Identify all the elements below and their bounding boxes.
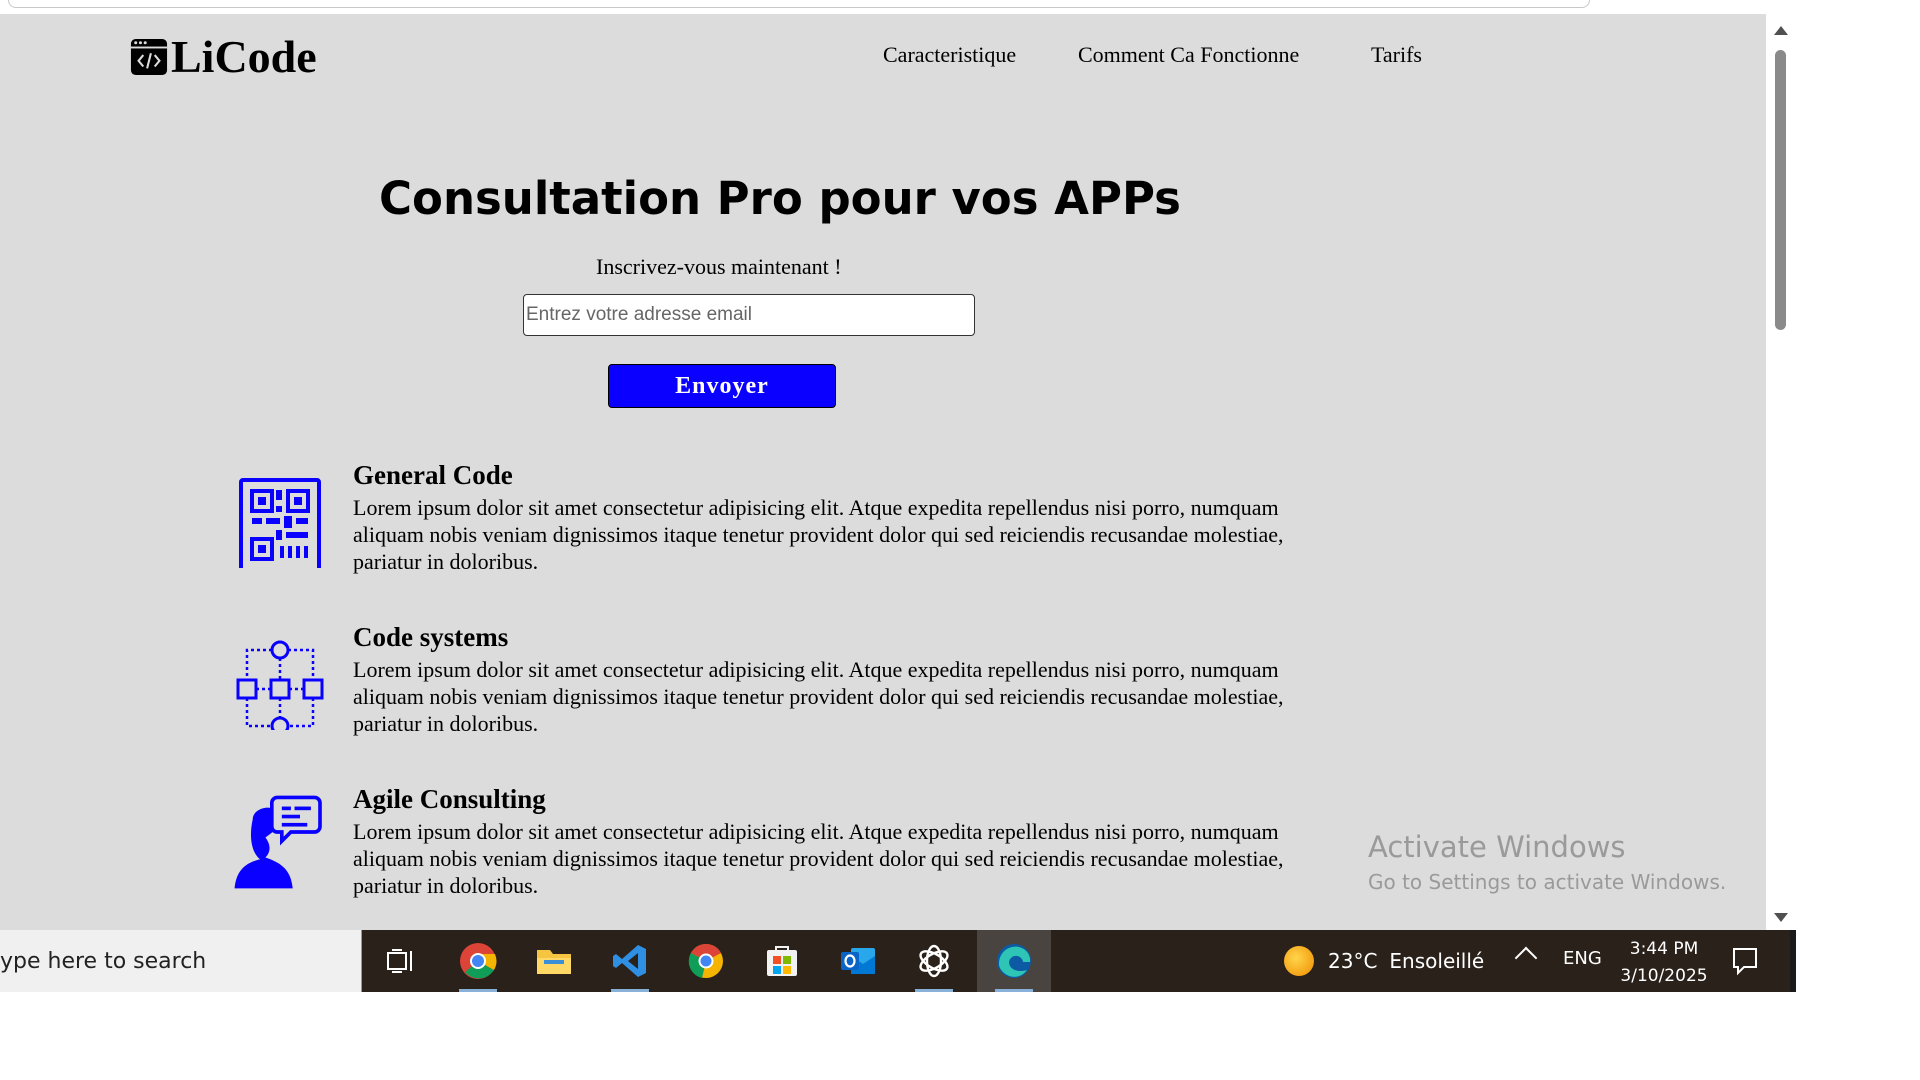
feature-code-systems: Code systems Lorem ipsum dolor sit amet … [230,622,1330,762]
feature-title: General Code [353,460,513,490]
ms-store-icon[interactable] [751,930,813,992]
task-view-icon[interactable] [370,930,432,992]
qr-code-icon [239,478,321,568]
chatgpt-icon[interactable] [903,930,965,992]
web-page: LiCode Caracteristique Comment Ca Foncti… [0,14,1766,930]
nav-link-caracteristique[interactable]: Caracteristique [883,42,1016,68]
watermark-title: Activate Windows [1368,830,1626,864]
weather-temperature: 23°C [1328,949,1378,973]
flowchart-icon [236,640,324,730]
edge-icon[interactable] [977,930,1051,992]
show-desktop-button[interactable] [1790,930,1796,992]
chrome-alt-icon[interactable] [675,930,737,992]
notification-icon[interactable] [1732,946,1758,976]
scroll-thumb[interactable] [1775,50,1786,330]
activate-windows-watermark: Activate Windows Go to Settings to activ… [1368,830,1726,894]
app-running-indicator [459,989,497,992]
taskbar-search-input[interactable] [0,930,361,992]
email-input[interactable] [523,294,975,336]
app-running-indicator [995,989,1033,992]
language-indicator[interactable]: ENG [1563,948,1602,969]
file-explorer-icon[interactable] [523,930,585,992]
address-bar-edge[interactable] [8,0,1590,8]
feature-title: Agile Consulting [353,784,546,814]
feature-description: Lorem ipsum dolor sit amet consectetur a… [353,657,1284,736]
nav-link-comment-ca-fonctionne[interactable]: Comment Ca Fonctionne [1078,42,1299,68]
feature-title: Code systems [353,622,509,652]
send-button[interactable]: Envoyer [608,364,836,408]
hero-subtitle: Inscrivez-vous maintenant ! [596,254,842,279]
feature-description: Lorem ipsum dolor sit amet consectetur a… [353,495,1284,574]
taskbar-search-box[interactable] [0,930,362,992]
feature-agile-consulting: Agile Consulting Lorem ipsum dolor sit a… [230,784,1330,924]
sun-icon [1284,946,1314,976]
chevron-up-icon[interactable] [1514,946,1538,970]
scroll-up-arrow-icon[interactable] [1774,26,1788,35]
nav-link-tarifs[interactable]: Tarifs [1371,42,1422,68]
clock-time: 3:44 PM [1629,939,1699,959]
vscode-icon[interactable] [599,930,661,992]
scroll-down-arrow-icon[interactable] [1774,913,1788,922]
taskbar-weather[interactable]: 23°C Ensoleillé [1284,930,1484,992]
outlook-icon[interactable] [827,930,889,992]
hero-title: Consultation Pro pour vos APPs [379,172,1181,225]
weather-condition: Ensoleillé [1389,949,1485,973]
clock-date: 3/10/2025 [1620,966,1708,986]
feature-general-code: General Code Lorem ipsum dolor sit amet … [230,460,1330,600]
windows-taskbar: 23°C Ensoleillé ENG 3:44 PM 3/10/2025 [0,930,1796,992]
main-nav: Caracteristique Comment Ca Fonctionne Ta… [0,42,1766,72]
consultant-chat-icon [234,795,322,889]
taskbar-clock[interactable]: 3:44 PM 3/10/2025 [1612,936,1716,990]
app-running-indicator [915,989,953,992]
chrome-icon[interactable] [447,930,509,992]
feature-description: Lorem ipsum dolor sit amet consectetur a… [353,819,1284,898]
watermark-subtitle: Go to Settings to activate Windows. [1368,870,1727,894]
app-running-indicator [611,989,649,992]
browser-top-strip [0,0,1796,14]
vertical-scrollbar[interactable] [1766,14,1796,930]
